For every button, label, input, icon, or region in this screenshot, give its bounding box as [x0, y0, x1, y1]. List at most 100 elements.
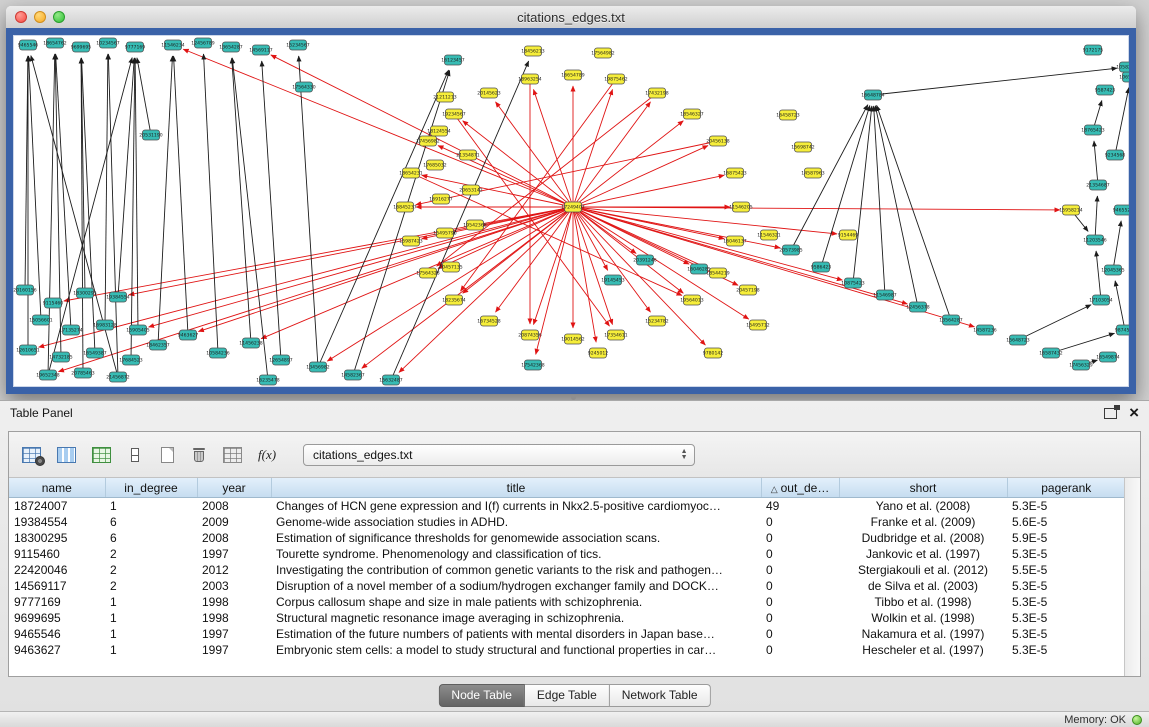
table-row[interactable]: 911546021997Tourette syndrome. Phenomeno… — [9, 546, 1125, 562]
table-row[interactable]: 2242004622012Investigating the contribut… — [9, 562, 1125, 578]
graph-node-label: 16983128 — [93, 323, 116, 329]
table-cell: 0 — [761, 514, 839, 530]
table-cell: 22420046 — [9, 562, 105, 578]
graph-node-label: 14732185 — [49, 355, 72, 361]
graph-edge — [573, 207, 749, 319]
graph-node-label: 18654231 — [399, 171, 422, 177]
table-row[interactable]: 946554611997Estimation of the future num… — [9, 626, 1125, 642]
graph-node-label: 16875423 — [723, 171, 746, 177]
tab-node-table[interactable]: Node Table — [438, 684, 525, 707]
memory-status-label: Memory: OK — [1064, 714, 1126, 726]
delete-table-button[interactable] — [188, 442, 210, 468]
graph-node-label: 19542368 — [463, 223, 486, 229]
tab-network-table[interactable]: Network Table — [610, 684, 711, 707]
table-cell: 5.3E-5 — [1007, 578, 1125, 594]
graph-node-label: 17564982 — [591, 51, 614, 57]
table-cell: 49 — [761, 498, 839, 515]
close-window-button[interactable] — [15, 11, 27, 23]
graph-node-label: 16046285 — [687, 267, 710, 273]
table-cell: Tourette syndrome. Phenomenology and cla… — [271, 546, 761, 562]
graph-node-label: 16648784 — [861, 93, 884, 99]
column-header-title[interactable]: title — [271, 478, 761, 498]
graph-node-label: 20573985 — [779, 248, 802, 254]
graph-node-label: 14569117 — [249, 48, 272, 54]
column-header-label: out_de… — [781, 481, 830, 495]
table-cell: 18300295 — [9, 530, 105, 546]
graph-node-label: 13654287 — [219, 45, 242, 51]
table-cell: 19384554 — [9, 514, 105, 530]
column-header-year[interactable]: year — [197, 478, 271, 498]
column-chooser-button[interactable] — [124, 442, 146, 468]
table-cell: 1997 — [197, 626, 271, 642]
graph-node-label: 18654762 — [43, 41, 66, 47]
graph-node-label: 19875462 — [604, 77, 627, 83]
edit-table-button[interactable] — [89, 442, 114, 468]
graph-edge — [1096, 251, 1101, 300]
table-row[interactable]: 1938455462009Genome-wide association stu… — [9, 514, 1125, 530]
network-canvas[interactable]: 1724940711546205160461371854421919564013… — [6, 28, 1136, 394]
graph-edge — [1115, 88, 1129, 155]
graph-node-label: 20457135 — [439, 265, 462, 271]
column-header-in_degree[interactable]: in_degree — [105, 478, 197, 498]
new-table-button[interactable] — [156, 442, 178, 468]
column-header-name[interactable]: name — [9, 478, 105, 498]
graph-node-label: 9777169 — [125, 45, 146, 51]
table-cell: 14569117 — [9, 578, 105, 594]
table-cell: 1997 — [197, 642, 271, 658]
graph-node-label: 16549387 — [83, 351, 106, 357]
table-row[interactable]: 946362711997Embryonic stem cells: a mode… — [9, 642, 1125, 658]
graph-node-label: 17684523 — [119, 358, 142, 364]
minimize-window-button[interactable] — [34, 11, 46, 23]
graph-node-label: 21211213 — [433, 95, 456, 101]
window-titlebar[interactable]: citations_edges.txt — [6, 6, 1136, 29]
table-cell: 0 — [761, 578, 839, 594]
delete-table-icon — [193, 448, 205, 462]
graph-node-label: 19652348 — [36, 373, 59, 379]
graph-node-label: 15495790 — [433, 231, 456, 237]
table-cell: 6 — [105, 514, 197, 530]
table-cell: 5.3E-5 — [1007, 498, 1125, 515]
column-header-out_de[interactable]: △out_de… — [761, 478, 839, 498]
column-header-label: year — [222, 481, 245, 495]
table-row[interactable]: 1830029562008Estimation of significance … — [9, 530, 1125, 546]
graph-node-label: 11546234 — [161, 43, 184, 49]
table-settings-button[interactable] — [19, 442, 44, 468]
close-panel-icon[interactable]: × — [1129, 406, 1139, 420]
table-row[interactable]: 969969511998Structural magnetic resonanc… — [9, 610, 1125, 626]
function-builder-button[interactable]: f(x) — [255, 442, 279, 468]
memory-ok-indicator[interactable] — [1132, 715, 1142, 725]
table-cell: 5.9E-5 — [1007, 530, 1125, 546]
graph-node-label: 18462357 — [146, 343, 169, 349]
graph-edge — [573, 207, 1060, 210]
import-table-button[interactable] — [220, 442, 245, 468]
table-cell: Jankovic et al. (1997) — [839, 546, 1007, 562]
window-title: citations_edges.txt — [517, 10, 625, 25]
graph-node-label: 16916277 — [429, 197, 452, 203]
graph-node-label: 9586423 — [811, 265, 832, 271]
graph-node-label: 17685032 — [423, 163, 446, 169]
table-row[interactable]: 1872400712008Changes of HCN gene express… — [9, 498, 1125, 515]
graph-node-label: 13564287 — [939, 318, 962, 324]
graph-node-label: 14582367 — [341, 373, 364, 379]
graph-edge — [48, 58, 132, 375]
table-row[interactable]: 1456911722003Disruption of a novel membe… — [9, 578, 1125, 594]
table-cell: 0 — [761, 642, 839, 658]
vertical-scrollbar[interactable] — [1124, 478, 1140, 676]
column-header-short[interactable]: short — [839, 478, 1007, 498]
table-panel-body: f(x) citations_edges.txt ▲▼ namein_degre… — [8, 431, 1141, 677]
graph-node-label: 15987423 — [399, 239, 422, 245]
graph-node-label: 17103054 — [1089, 298, 1112, 304]
show-columns-button[interactable] — [54, 442, 79, 468]
network-table-selector[interactable]: citations_edges.txt ▲▼ — [303, 444, 695, 466]
table-row[interactable]: 977716911998Corpus callosum shape and si… — [9, 594, 1125, 610]
float-panel-icon[interactable] — [1104, 408, 1117, 419]
tab-edge-table[interactable]: Edge Table — [525, 684, 610, 707]
column-header-pagerank[interactable]: pagerank — [1007, 478, 1125, 498]
graph-node-label: 15234567 — [286, 43, 309, 49]
graph-node-label: 11546321 — [757, 233, 780, 239]
zoom-window-button[interactable] — [53, 11, 65, 23]
graph-node-label: 16654789 — [561, 73, 584, 79]
table-cell: Investigating the contribution of common… — [271, 562, 761, 578]
graph-node-label: 11203546 — [1083, 238, 1106, 244]
table-cell: 9465546 — [9, 626, 105, 642]
